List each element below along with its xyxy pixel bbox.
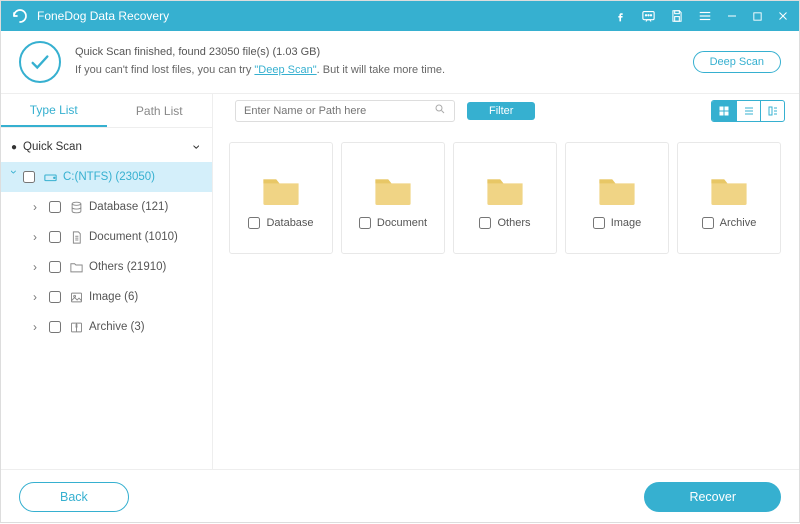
folder-card-others[interactable]: Others: [453, 142, 557, 254]
sidebar: Type List Path List Quick Scan › › C:(NT…: [1, 94, 213, 469]
tree-item-image[interactable]: › Image (6): [1, 282, 212, 312]
folder-icon: [67, 260, 85, 275]
back-button[interactable]: Back: [19, 482, 129, 512]
maximize-icon[interactable]: [752, 11, 763, 22]
tree-item-checkbox[interactable]: [49, 321, 61, 333]
tree-drive-checkbox[interactable]: [23, 171, 35, 183]
tree-item-label: Document (1010): [89, 231, 178, 243]
tree-item-checkbox[interactable]: [49, 291, 61, 303]
view-options: [711, 100, 785, 122]
image-icon: [67, 290, 85, 305]
main-area: Type List Path List Quick Scan › › C:(NT…: [1, 94, 799, 469]
folder-icon: [597, 173, 637, 205]
tree-root-label: Quick Scan: [11, 141, 82, 153]
content-toolbar: Filter: [227, 94, 785, 128]
chevron-down-icon: ›: [7, 170, 21, 184]
window-controls: [614, 9, 789, 24]
card-checkbox[interactable]: [593, 217, 605, 229]
deep-scan-button[interactable]: Deep Scan: [693, 51, 781, 73]
tree-item-checkbox[interactable]: [49, 231, 61, 243]
folder-icon: [709, 173, 749, 205]
tree-root-quick-scan[interactable]: Quick Scan ›: [1, 132, 212, 162]
tree-item-label: Image (6): [89, 291, 138, 303]
folder-icon: [373, 173, 413, 205]
folder-icon: [261, 173, 301, 205]
app-title: FoneDog Data Recovery: [37, 9, 614, 23]
database-icon: [67, 200, 85, 215]
app-logo-icon: [11, 7, 29, 25]
disk-icon: [41, 170, 59, 185]
card-label: Archive: [720, 217, 757, 229]
card-label: Image: [611, 217, 642, 229]
folder-card-archive[interactable]: Archive: [677, 142, 781, 254]
card-label: Database: [266, 217, 313, 229]
chevron-down-icon: ›: [190, 145, 206, 150]
card-checkbox[interactable]: [248, 217, 260, 229]
facebook-icon[interactable]: [614, 10, 627, 23]
close-icon[interactable]: [777, 10, 789, 22]
tree-item-database[interactable]: › Database (121): [1, 192, 212, 222]
tree-drive-label: C:(NTFS) (23050): [63, 171, 155, 183]
card-label: Others: [497, 217, 530, 229]
view-list-icon[interactable]: [736, 101, 760, 121]
archive-icon: [67, 320, 85, 335]
tree-item-label: Others (21910): [89, 261, 166, 273]
document-icon: [67, 230, 85, 245]
footer: Back Recover: [1, 469, 799, 524]
chevron-right-icon: ›: [33, 200, 47, 214]
card-checkbox[interactable]: [702, 217, 714, 229]
filter-button[interactable]: Filter: [467, 102, 535, 120]
tab-type-list[interactable]: Type List: [1, 94, 107, 127]
search-input[interactable]: [244, 105, 434, 117]
folder-card-database[interactable]: Database: [229, 142, 333, 254]
card-checkbox[interactable]: [359, 217, 371, 229]
view-grid-icon[interactable]: [712, 101, 736, 121]
deep-scan-link[interactable]: "Deep Scan": [254, 64, 316, 76]
view-detail-icon[interactable]: [760, 101, 784, 121]
status-line1: Quick Scan finished, found 23050 file(s)…: [75, 44, 693, 62]
status-line2: If you can't find lost files, you can tr…: [75, 62, 693, 80]
save-icon[interactable]: [670, 9, 684, 23]
chevron-right-icon: ›: [33, 260, 47, 274]
minimize-icon[interactable]: [726, 10, 738, 22]
status-bar: Quick Scan finished, found 23050 file(s)…: [1, 31, 799, 94]
feedback-icon[interactable]: [641, 9, 656, 24]
content-area: Filter Database Document Others: [213, 94, 799, 469]
chevron-right-icon: ›: [33, 230, 47, 244]
titlebar: FoneDog Data Recovery: [1, 1, 799, 31]
checkmark-icon: [19, 41, 61, 83]
recover-button[interactable]: Recover: [644, 482, 781, 512]
tree-item-document[interactable]: › Document (1010): [1, 222, 212, 252]
tree-item-checkbox[interactable]: [49, 201, 61, 213]
search-box[interactable]: [235, 100, 455, 122]
search-icon[interactable]: [434, 102, 446, 120]
menu-icon[interactable]: [698, 9, 712, 23]
tree-item-archive[interactable]: › Archive (3): [1, 312, 212, 342]
card-label: Document: [377, 217, 427, 229]
tree-item-label: Archive (3): [89, 321, 145, 333]
tree-item-label: Database (121): [89, 201, 168, 213]
folder-grid: Database Document Others Image Archive: [227, 128, 785, 268]
tree-item-others[interactable]: › Others (21910): [1, 252, 212, 282]
chevron-right-icon: ›: [33, 290, 47, 304]
tab-path-list[interactable]: Path List: [107, 94, 213, 127]
folder-card-document[interactable]: Document: [341, 142, 445, 254]
sidebar-tabs: Type List Path List: [1, 94, 212, 128]
card-checkbox[interactable]: [479, 217, 491, 229]
folder-icon: [485, 173, 525, 205]
tree-item-checkbox[interactable]: [49, 261, 61, 273]
folder-card-image[interactable]: Image: [565, 142, 669, 254]
tree: Quick Scan › › C:(NTFS) (23050) › Databa…: [1, 128, 212, 342]
chevron-right-icon: ›: [33, 320, 47, 334]
tree-drive[interactable]: › C:(NTFS) (23050): [1, 162, 212, 192]
